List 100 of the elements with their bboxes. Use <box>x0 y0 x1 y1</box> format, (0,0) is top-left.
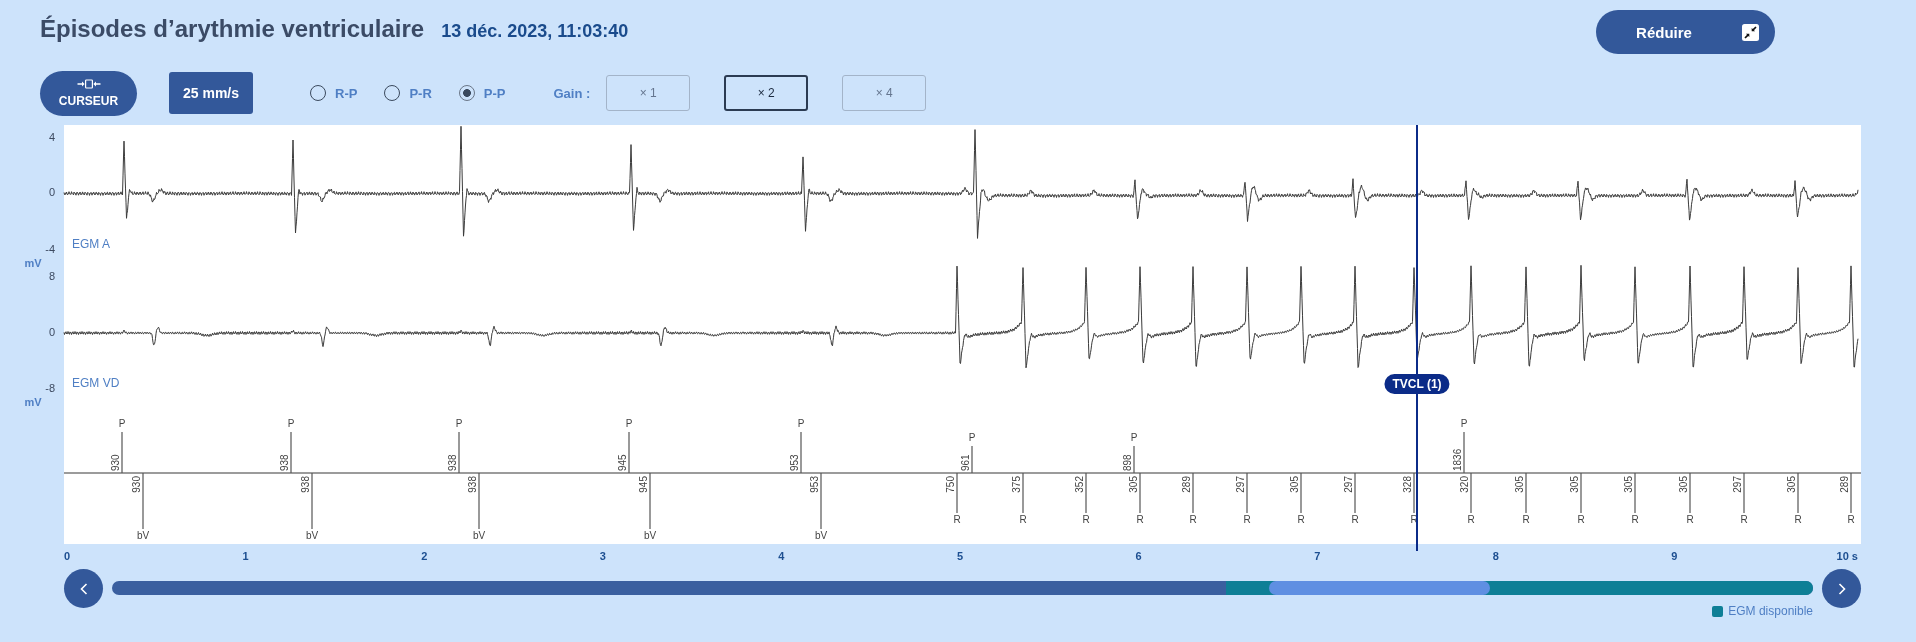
marker-letter: R <box>1189 513 1197 525</box>
unit-label: mV <box>24 395 42 408</box>
cursor-button[interactable]: CURSEUR <box>40 70 137 116</box>
interval-label: 930 <box>131 476 142 493</box>
time-tick-label: 4 <box>778 549 785 562</box>
interval-label: 938 <box>447 454 458 471</box>
marker-letter: R <box>953 513 961 525</box>
interval-label: 289 <box>1839 476 1850 493</box>
interval-label: 289 <box>1181 476 1192 493</box>
marker-letter: P <box>797 417 805 429</box>
marker-letter: P <box>455 417 463 429</box>
axis-tick-label: 0 <box>48 186 55 199</box>
marker-letter: bV <box>305 529 319 541</box>
marker-letter: bV <box>643 529 657 541</box>
marker-letter: R <box>1740 513 1748 525</box>
marker-letter: bV <box>814 529 828 541</box>
interval-label: 297 <box>1235 476 1246 493</box>
timeline-track[interactable] <box>112 581 1813 595</box>
marker-letter: R <box>1351 513 1359 525</box>
interval-label: 320 <box>1459 476 1470 493</box>
interval-label: 375 <box>1011 476 1022 493</box>
interval-label: 328 <box>1402 476 1413 493</box>
marker-letter: P <box>625 417 633 429</box>
interval-label: 297 <box>1732 476 1743 493</box>
chevron-left-icon <box>79 582 88 595</box>
interval-label: 305 <box>1678 476 1689 493</box>
marker-letter: P <box>287 417 295 429</box>
speed-button[interactable]: 25 mm/s <box>169 72 253 114</box>
interval-label: 297 <box>1343 476 1354 493</box>
marker-letter: R <box>1577 513 1585 525</box>
interval-label: 953 <box>809 476 820 493</box>
marker-letter: P <box>968 431 976 443</box>
marker-letter: P <box>118 417 126 429</box>
gain-button[interactable]: × 2 <box>724 75 809 111</box>
marker-letter: R <box>1631 513 1639 525</box>
marker-letter: P <box>1130 431 1138 443</box>
time-tick-label: 3 <box>599 549 606 562</box>
interval-label: 938 <box>467 476 478 493</box>
interval-option[interactable]: R-P <box>310 85 358 101</box>
interval-label: 1836 <box>1452 448 1463 471</box>
channel-label: EGM VD <box>72 376 120 391</box>
previous-button[interactable] <box>64 569 103 608</box>
interval-label: 930 <box>110 454 121 471</box>
interval-label: 305 <box>1514 476 1525 493</box>
channel-label: EGM A <box>72 237 110 252</box>
interval-label: 305 <box>1569 476 1580 493</box>
marker-letter: R <box>1467 513 1475 525</box>
interval-label: 305 <box>1289 476 1300 493</box>
interval-option[interactable]: P-P <box>458 85 506 101</box>
marker-letter: bV <box>472 529 486 541</box>
interval-label: 305 <box>1128 476 1139 493</box>
marker-letter: R <box>1243 513 1251 525</box>
interval-label: 938 <box>279 454 290 471</box>
marker-letter: R <box>1522 513 1530 525</box>
collapse-icon <box>1741 23 1759 41</box>
marker-letter: R <box>1082 513 1090 525</box>
time-tick-label: 8 <box>1492 549 1499 562</box>
page-title: Épisodes d’arythmie ventriculaire <box>40 14 425 44</box>
next-button[interactable] <box>1822 569 1861 608</box>
legend-label: EGM disponible <box>1728 604 1813 618</box>
time-tick-label: 9 <box>1671 549 1678 562</box>
time-tick-label: 1 <box>242 549 249 562</box>
axis-tick-label: -4 <box>45 242 55 255</box>
interval-option[interactable]: P-R <box>384 85 432 101</box>
chevron-right-icon <box>1837 582 1846 595</box>
axis-tick-label: 8 <box>48 269 55 282</box>
episode-timestamp: 13 déc. 2023, 11:03:40 <box>441 21 629 42</box>
axis-tick-label: -8 <box>45 381 55 394</box>
time-tick-label: 0 <box>63 549 71 562</box>
interval-label: 750 <box>945 476 956 493</box>
interval-label: 938 <box>300 476 311 493</box>
interval-label: 953 <box>789 454 800 471</box>
episode-badge: TVCL (1) <box>1384 374 1450 394</box>
time-tick-label: 5 <box>956 549 964 562</box>
gain-label: Gain : <box>553 85 591 101</box>
interval-label: 945 <box>638 476 649 493</box>
interval-label: 898 <box>1122 454 1133 471</box>
unit-label: mV <box>24 256 42 269</box>
interval-label: 961 <box>960 454 971 471</box>
time-tick-label: 7 <box>1314 549 1321 562</box>
axis-tick-label: 4 <box>48 130 55 143</box>
marker-letter: R <box>1019 513 1027 525</box>
interval-label: 352 <box>1074 476 1085 493</box>
marker-letter: R <box>1686 513 1694 525</box>
axis-tick-label: 0 <box>48 325 55 338</box>
marker-letter: P <box>1460 417 1468 429</box>
marker-letter: R <box>1794 513 1802 525</box>
marker-letter: bV <box>136 529 150 541</box>
interval-label: 305 <box>1623 476 1634 493</box>
collapse-button[interactable]: Réduire <box>1596 10 1775 54</box>
interval-label: 945 <box>617 454 628 471</box>
time-tick-label: 2 <box>421 549 428 562</box>
view-window-thumb[interactable] <box>1268 581 1490 595</box>
radio-button[interactable] <box>458 85 475 101</box>
interval-label: 305 <box>1786 476 1797 493</box>
marker-letter: R <box>1297 513 1305 525</box>
time-tick-label: 6 <box>1135 549 1142 562</box>
cursor-icon <box>76 78 101 89</box>
time-tick-label: 10 s <box>1836 549 1858 562</box>
marker-letter: R <box>1136 513 1144 525</box>
